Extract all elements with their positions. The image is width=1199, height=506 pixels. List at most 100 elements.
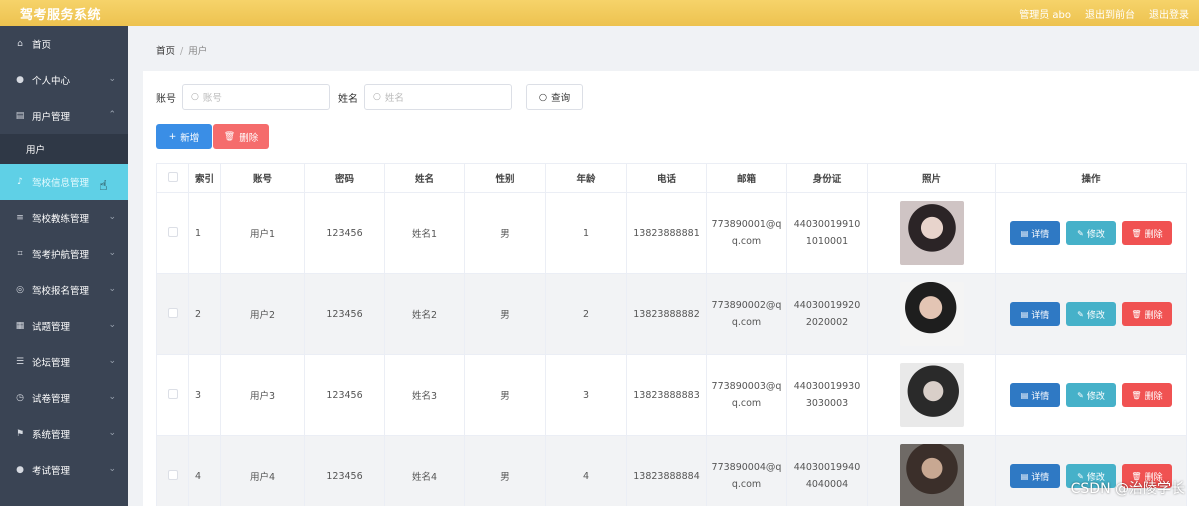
sidebar-item-school-info[interactable]: ♪ 驾校信息管理 ☝ <box>0 164 128 200</box>
batch-delete-button[interactable]: 🗑 删除 <box>213 124 269 149</box>
document-icon: ▤ <box>1020 309 1029 319</box>
sidebar-item-exam[interactable]: ● 考试管理 ⌄ <box>0 452 128 488</box>
sidebar-item-coach[interactable]: ≡ 驾校教练管理 ⌄ <box>0 200 128 236</box>
logout-link[interactable]: 退出登录 <box>1149 6 1189 21</box>
cell-phone: 13823888883 <box>626 354 707 436</box>
sidebar-item-label: 系统管理 <box>32 430 71 441</box>
delete-label: 删除 <box>1144 391 1163 402</box>
chevron-down-icon: ⌄ <box>108 356 116 366</box>
document-icon: ▦ <box>15 321 25 331</box>
cell-actions: ▤ 详情 ✎ 修改 🗑 删除 <box>995 192 1187 274</box>
detail-button[interactable]: ▤ 详情 <box>1010 464 1060 488</box>
sidebar-item-questions[interactable]: ▦ 试题管理 ⌄ <box>0 308 128 344</box>
add-button[interactable]: + 新增 <box>156 124 212 149</box>
email-text: 773890002@qq.com <box>711 300 782 328</box>
sidebar-item-home[interactable]: ⌂ 首页 <box>0 26 128 62</box>
app-title: 驾考服务系统 <box>20 7 102 23</box>
detail-button[interactable]: ▤ 详情 <box>1010 383 1060 407</box>
admin-label: 管理员 abo <box>1019 9 1071 21</box>
column-header-photo: 照片 <box>867 163 996 193</box>
chevron-down-icon: ⌄ <box>108 428 116 438</box>
detail-button[interactable]: ▤ 详情 <box>1010 302 1060 326</box>
sidebar-item-enrollment[interactable]: ◎ 驾校报名管理 ⌄ <box>0 272 128 308</box>
chevron-down-icon: ⌄ <box>108 320 116 330</box>
name-label: 姓名 <box>338 93 358 105</box>
cell-account: 用户2 <box>220 273 305 355</box>
select-all-checkbox[interactable] <box>167 171 178 182</box>
detail-button[interactable]: ▤ 详情 <box>1010 221 1060 245</box>
row-checkbox[interactable] <box>167 226 178 237</box>
edit-icon: ✎ <box>1077 228 1084 238</box>
edit-icon: ✎ <box>1077 309 1084 319</box>
cell-name: 姓名1 <box>384 192 465 274</box>
cell-email: 773890001@qq.com <box>706 192 787 274</box>
flag-icon: ⚑ <box>15 429 25 439</box>
delete-label: 删除 <box>1144 310 1163 321</box>
user-photo[interactable] <box>899 282 964 346</box>
user-photo[interactable] <box>899 363 964 427</box>
user-photo[interactable] <box>899 444 964 506</box>
table-row: 1 用户1 123456 姓名1 男 1 13823888881 7738900… <box>156 192 1187 274</box>
clock-icon: ◷ <box>16 393 24 403</box>
delete-row-button[interactable]: 🗑 删除 <box>1122 302 1172 326</box>
row-checkbox[interactable] <box>167 307 178 318</box>
cell-idcard: 440300199101010001 <box>786 192 868 274</box>
sidebar-item-forum[interactable]: ☰ 论坛管理 ⌄ <box>0 344 128 380</box>
sidebar-item-label: 用户管理 <box>32 112 71 123</box>
edit-button[interactable]: ✎ 修改 <box>1066 221 1116 245</box>
query-button[interactable]: ○ 查询 <box>526 84 583 110</box>
sidebar-item-label: 个人中心 <box>32 76 71 87</box>
back-to-console-link[interactable]: 退出到前台 <box>1085 6 1135 21</box>
delete-row-button[interactable]: 🗑 删除 <box>1122 383 1172 407</box>
idcard-text: 440300199101010001 <box>793 219 861 247</box>
row-select-cell <box>156 435 189 506</box>
cell-idcard: 440300199303030003 <box>786 354 868 436</box>
sidebar-subitem-user[interactable]: 用户 <box>0 134 128 164</box>
account-search-input[interactable]: ○ 账号 <box>182 84 330 110</box>
idcard-text: 440300199404040004 <box>793 462 861 490</box>
detail-label: 详情 <box>1031 472 1050 483</box>
sidebar-item-papers[interactable]: ◷ 试卷管理 ⌄ <box>0 380 128 416</box>
watermark: CSDN @治陵学长 <box>1070 481 1185 497</box>
delete-row-button[interactable]: 🗑 删除 <box>1122 221 1172 245</box>
breadcrumb-separator: / <box>180 46 184 57</box>
breadcrumb-home[interactable]: 首页 <box>156 46 175 57</box>
search-icon: ○ <box>191 92 199 102</box>
edit-button[interactable]: ✎ 修改 <box>1066 302 1116 326</box>
edit-icon: ✎ <box>1077 390 1084 400</box>
row-select-cell <box>156 273 189 355</box>
cell-age: 2 <box>545 273 627 355</box>
search-icon: ○ <box>538 91 548 103</box>
sidebar-item-label: 驾校教练管理 <box>32 214 90 225</box>
sidebar-item-profile[interactable]: ● 个人中心 ⌄ <box>0 62 128 98</box>
cell-age: 1 <box>545 192 627 274</box>
cell-phone: 13823888884 <box>626 435 707 506</box>
name-search-input[interactable]: ○ 姓名 <box>364 84 512 110</box>
sidebar-item-system[interactable]: ⚑ 系统管理 ⌄ <box>0 416 128 452</box>
cell-email: 773890004@qq.com <box>706 435 787 506</box>
cell-account: 用户4 <box>220 435 305 506</box>
edit-button[interactable]: ✎ 修改 <box>1066 383 1116 407</box>
sidebar-item-label: 驾校信息管理 <box>32 178 90 189</box>
cell-name: 姓名4 <box>384 435 465 506</box>
table-header-row: 索引 账号 密码 姓名 性别 年龄 电话 邮箱 身份证 照片 操作 <box>156 163 1187 193</box>
cell-idcard: 440300199202020002 <box>786 273 868 355</box>
row-checkbox[interactable] <box>167 388 178 399</box>
sidebar-item-user-management[interactable]: ▤ 用户管理 ⌃ <box>0 98 128 134</box>
sidebar-item-escort[interactable]: ⌗ 驾考护航管理 ⌄ <box>0 236 128 272</box>
column-header-actions: 操作 <box>995 163 1187 193</box>
select-all-cell <box>156 163 189 193</box>
search-bar: 账号 ○ 账号 姓名 ○ 姓名 ○ 查询 <box>156 84 583 110</box>
cell-index: 4 <box>188 435 221 506</box>
home-icon: ⌂ <box>17 39 23 49</box>
hand-cursor-icon: ☝ <box>99 178 108 194</box>
cell-password: 123456 <box>304 354 385 436</box>
user-table: 索引 账号 密码 姓名 性别 年龄 电话 邮箱 身份证 照片 操作 1 用户1 … <box>156 163 1187 506</box>
email-text: 773890003@qq.com <box>711 381 782 409</box>
cell-photo <box>867 435 996 506</box>
cell-actions: ▤ 详情 ✎ 修改 🗑 删除 <box>995 273 1187 355</box>
cell-email: 773890003@qq.com <box>706 354 787 436</box>
user-photo[interactable] <box>899 201 964 265</box>
edit-label: 修改 <box>1086 229 1105 240</box>
row-checkbox[interactable] <box>167 469 178 480</box>
